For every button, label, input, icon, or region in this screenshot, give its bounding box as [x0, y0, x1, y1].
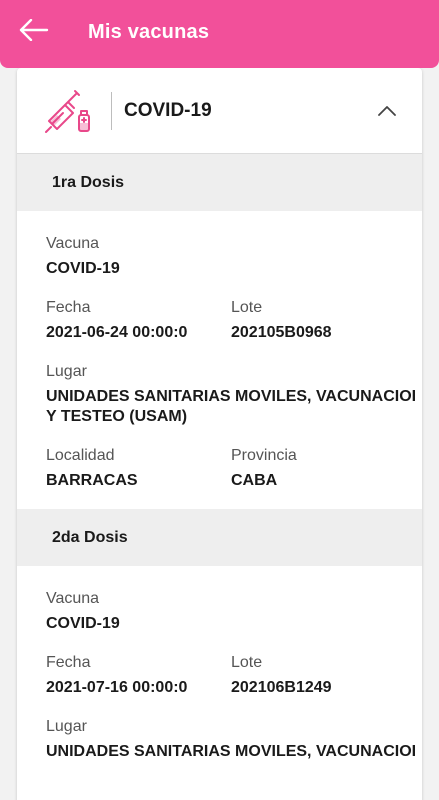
localidad-label: Localidad: [46, 447, 115, 464]
vacuna-label: Vacuna: [46, 235, 100, 252]
lote-field: Lote 202105B0968: [231, 297, 416, 343]
lugar-label: Lugar: [46, 718, 87, 735]
lote-value: 202105B0968: [231, 324, 332, 341]
syringe-icon: [45, 88, 95, 134]
dose-header: 1ra Dosis: [17, 154, 422, 211]
lugar-field: Lugar UNIDADES SANITARIAS MOVILES, VACUN…: [46, 716, 422, 762]
header-divider: [111, 91, 112, 130]
localidad-field: Localidad BARRACAS: [46, 445, 231, 491]
vaccine-card-header[interactable]: COVID-19: [17, 68, 422, 154]
vacuna-value: COVID-19: [46, 615, 120, 632]
fecha-field: Fecha 2021-07-16 00:00:0: [46, 652, 231, 698]
provincia-label: Provincia: [231, 447, 297, 464]
dose-header: 2da Dosis: [17, 509, 422, 566]
vaccine-card: COVID-19 1ra Dosis Vacuna COVID-19 Fecha…: [17, 68, 422, 800]
vaccine-title: COVID-19: [124, 99, 212, 121]
localidad-value: BARRACAS: [46, 472, 138, 489]
fecha-field: Fecha 2021-06-24 00:00:0: [46, 297, 231, 343]
fecha-label: Fecha: [46, 654, 91, 671]
provincia-field: Provincia CABA: [231, 445, 416, 491]
lugar-label: Lugar: [46, 363, 87, 380]
app-bar: Mis vacunas: [0, 0, 439, 68]
lote-field: Lote 202106B1249: [231, 652, 416, 698]
lote-value: 202106B1249: [231, 679, 332, 696]
fecha-value: 2021-07-16 00:00:0: [46, 679, 188, 696]
chevron-up-icon[interactable]: [374, 98, 400, 124]
dose-details: Vacuna COVID-19 Fecha 2021-06-24 00:00:0…: [17, 211, 422, 509]
vacuna-field: Vacuna COVID-19: [46, 233, 422, 279]
dose-details: Vacuna COVID-19 Fecha 2021-07-16 00:00:0…: [17, 566, 422, 798]
lugar-field: Lugar UNIDADES SANITARIAS MOVILES, VACUN…: [46, 361, 422, 427]
page-title: Mis vacunas: [88, 20, 210, 43]
lote-label: Lote: [231, 654, 263, 671]
fecha-value: 2021-06-24 00:00:0: [46, 324, 188, 341]
vacuna-value: COVID-19: [46, 260, 120, 277]
arrow-left-icon: [19, 18, 49, 46]
lugar-value: UNIDADES SANITARIAS MOVILES, VACUNACIOI: [46, 743, 417, 760]
back-button[interactable]: [10, 8, 58, 56]
fecha-label: Fecha: [46, 299, 91, 316]
provincia-value: CABA: [231, 472, 278, 489]
lugar-value: UNIDADES SANITARIAS MOVILES, VACUNACIOI …: [46, 388, 417, 425]
vacuna-label: Vacuna: [46, 590, 100, 607]
vacuna-field: Vacuna COVID-19: [46, 588, 422, 634]
lote-label: Lote: [231, 299, 263, 316]
